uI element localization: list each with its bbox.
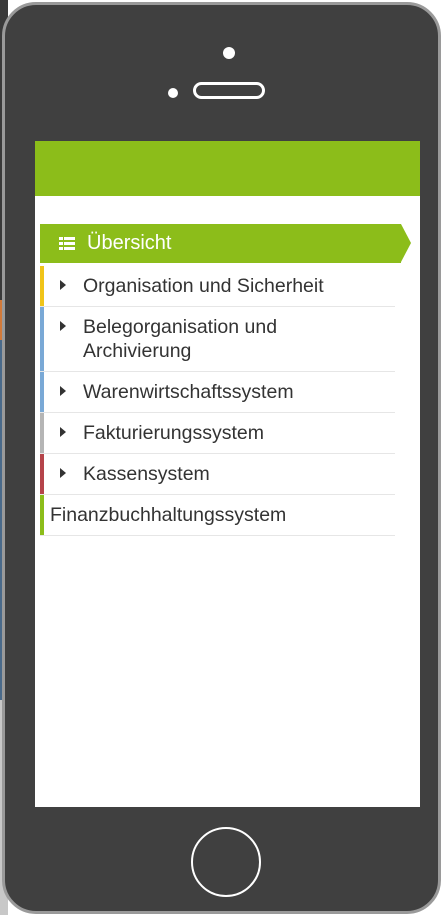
camera-icon: [223, 47, 235, 59]
color-bar: [40, 307, 44, 371]
header-bar: [35, 141, 420, 196]
menu-item-finanzbuchhaltung[interactable]: Finanzbuchhaltungssystem: [40, 495, 395, 536]
menu-item-fakturierung[interactable]: Fakturierungssystem: [40, 413, 395, 454]
caret-right-icon: [60, 427, 66, 437]
color-bar: [40, 413, 44, 453]
menu-item-label: Organisation und Sicherheit: [83, 275, 324, 297]
color-bar: [40, 266, 44, 306]
phone-frame: Übersicht Organisation und Sicherheit Be…: [2, 2, 441, 914]
caret-right-icon: [60, 386, 66, 396]
caret-right-icon: [60, 321, 66, 331]
menu-item-kassensystem[interactable]: Kassensystem: [40, 454, 395, 495]
overview-label: Übersicht: [87, 232, 172, 254]
sensor-icon: [168, 88, 178, 98]
caret-right-icon: [60, 280, 66, 290]
overview-menu-item[interactable]: Übersicht: [40, 224, 411, 263]
color-bar: [40, 372, 44, 412]
menu-list: Organisation und Sicherheit Belegorganis…: [40, 266, 395, 536]
home-button[interactable]: [191, 827, 261, 897]
color-bar: [40, 495, 44, 535]
menu-item-belegorganisation[interactable]: Belegorganisation und Archivierung: [40, 307, 395, 372]
menu-item-label: Warenwirtschaftssystem: [83, 381, 294, 403]
phone-screen: Übersicht Organisation und Sicherheit Be…: [35, 141, 420, 807]
menu-item-label: Fakturierungssystem: [83, 422, 264, 444]
speaker-icon: [193, 82, 265, 99]
color-bar: [40, 454, 44, 494]
caret-right-icon: [60, 468, 66, 478]
menu-item-label: Belegorganisation und Archivierung: [83, 316, 278, 362]
menu-item-warenwirtschaft[interactable]: Warenwirtschaftssystem: [40, 372, 395, 413]
list-icon: [59, 237, 75, 250]
menu-item-label: Finanzbuchhaltungssystem: [50, 504, 287, 526]
menu-item-label: Kassensystem: [83, 463, 210, 485]
menu-item-organisation[interactable]: Organisation und Sicherheit: [40, 266, 395, 307]
